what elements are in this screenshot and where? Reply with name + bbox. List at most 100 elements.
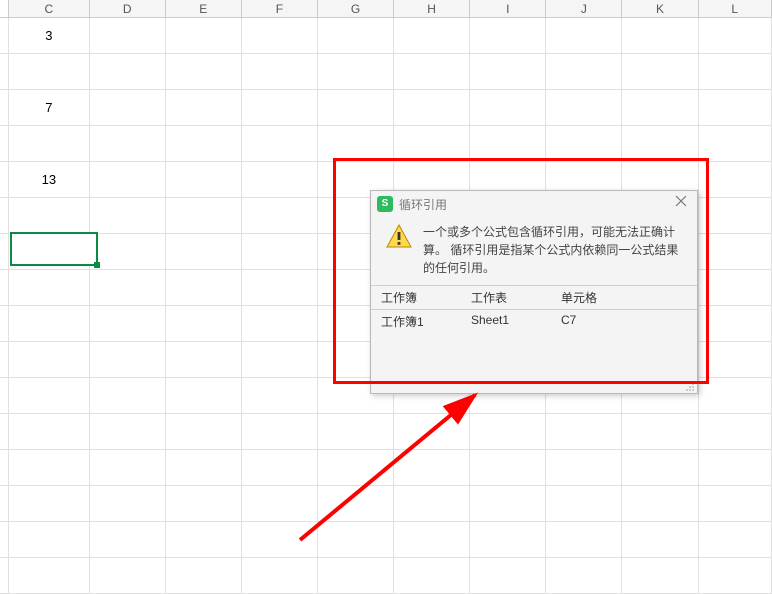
cell[interactable] — [242, 198, 318, 233]
cell[interactable] — [90, 234, 166, 269]
cell[interactable] — [318, 18, 394, 53]
cell[interactable] — [394, 414, 470, 449]
cell[interactable] — [242, 450, 318, 485]
cell[interactable] — [622, 18, 698, 53]
cell[interactable] — [318, 486, 394, 521]
cell[interactable] — [90, 414, 166, 449]
cell[interactable] — [394, 90, 470, 125]
cell[interactable] — [394, 18, 470, 53]
cell[interactable] — [318, 90, 394, 125]
cell[interactable] — [9, 306, 90, 341]
cell[interactable] — [242, 126, 318, 161]
cell[interactable] — [318, 522, 394, 557]
cell[interactable] — [699, 90, 772, 125]
col-header-C[interactable]: C — [9, 0, 90, 17]
cell[interactable] — [166, 18, 242, 53]
cell[interactable] — [242, 342, 318, 377]
cell[interactable] — [622, 90, 698, 125]
cell[interactable] — [166, 414, 242, 449]
cell[interactable] — [699, 414, 772, 449]
th-cell[interactable]: 单元格 — [561, 289, 651, 306]
cell[interactable] — [166, 234, 242, 269]
th-worksheet[interactable]: 工作表 — [471, 289, 561, 306]
cell[interactable] — [699, 522, 772, 557]
cell[interactable] — [9, 198, 90, 233]
cell[interactable] — [90, 90, 166, 125]
cell[interactable] — [90, 54, 166, 89]
cell-C7[interactable]: 0 — [9, 234, 90, 269]
cell[interactable] — [546, 90, 622, 125]
cell[interactable] — [166, 90, 242, 125]
cell[interactable] — [90, 18, 166, 53]
cell[interactable] — [699, 378, 772, 413]
cell[interactable] — [470, 486, 546, 521]
cell[interactable] — [699, 270, 772, 305]
cell[interactable] — [318, 54, 394, 89]
cell[interactable] — [90, 378, 166, 413]
cell[interactable] — [166, 54, 242, 89]
col-header-D[interactable]: D — [90, 0, 166, 17]
cell[interactable] — [90, 522, 166, 557]
cell[interactable] — [699, 234, 772, 269]
col-header-H[interactable]: H — [394, 0, 470, 17]
cell[interactable] — [622, 486, 698, 521]
cell[interactable] — [90, 126, 166, 161]
cell[interactable] — [242, 18, 318, 53]
cell[interactable] — [470, 126, 546, 161]
cell[interactable] — [622, 54, 698, 89]
cell[interactable] — [9, 522, 90, 557]
cell[interactable] — [699, 450, 772, 485]
cell[interactable] — [699, 342, 772, 377]
cell[interactable] — [9, 54, 90, 89]
cell[interactable] — [9, 342, 90, 377]
cell[interactable] — [242, 306, 318, 341]
cell[interactable] — [9, 270, 90, 305]
cell[interactable] — [166, 270, 242, 305]
col-header-I[interactable]: I — [470, 0, 546, 17]
col-header-G[interactable]: G — [318, 0, 394, 17]
cell[interactable] — [470, 18, 546, 53]
cell[interactable] — [699, 126, 772, 161]
cell[interactable] — [9, 450, 90, 485]
cell[interactable] — [9, 486, 90, 521]
cell[interactable] — [622, 414, 698, 449]
cell[interactable] — [699, 306, 772, 341]
cell[interactable] — [622, 522, 698, 557]
col-header-F[interactable]: F — [242, 0, 318, 17]
cell[interactable] — [90, 306, 166, 341]
cell[interactable] — [242, 162, 318, 197]
cell[interactable] — [166, 450, 242, 485]
cell[interactable] — [166, 342, 242, 377]
cell[interactable] — [622, 126, 698, 161]
cell[interactable] — [318, 414, 394, 449]
cell[interactable] — [394, 450, 470, 485]
cell[interactable] — [470, 450, 546, 485]
cell[interactable] — [470, 54, 546, 89]
cell[interactable] — [166, 198, 242, 233]
cell[interactable] — [166, 162, 242, 197]
cell[interactable] — [242, 90, 318, 125]
cell[interactable] — [166, 522, 242, 557]
cell-C1[interactable]: 3 — [9, 18, 90, 53]
cell[interactable] — [9, 378, 90, 413]
cell[interactable] — [394, 522, 470, 557]
cell[interactable] — [546, 126, 622, 161]
cell[interactable] — [166, 486, 242, 521]
cell[interactable] — [90, 198, 166, 233]
cell[interactable] — [699, 198, 772, 233]
cell[interactable] — [470, 90, 546, 125]
cell[interactable] — [470, 414, 546, 449]
circular-reference-dialog[interactable]: S 循环引用 一个或多个公式包含循环引用，可能无法正确计算。 循环引用是指某个公… — [370, 190, 698, 394]
cell[interactable] — [242, 486, 318, 521]
cell[interactable] — [9, 414, 90, 449]
col-header-K[interactable]: K — [622, 0, 698, 17]
cell[interactable] — [242, 522, 318, 557]
cell[interactable] — [546, 450, 622, 485]
col-header-L[interactable]: L — [699, 0, 772, 17]
dialog-titlebar[interactable]: S 循环引用 — [371, 191, 697, 217]
col-header-E[interactable]: E — [166, 0, 242, 17]
cell[interactable] — [242, 414, 318, 449]
cell[interactable] — [546, 486, 622, 521]
cell[interactable] — [470, 522, 546, 557]
cell[interactable] — [90, 162, 166, 197]
